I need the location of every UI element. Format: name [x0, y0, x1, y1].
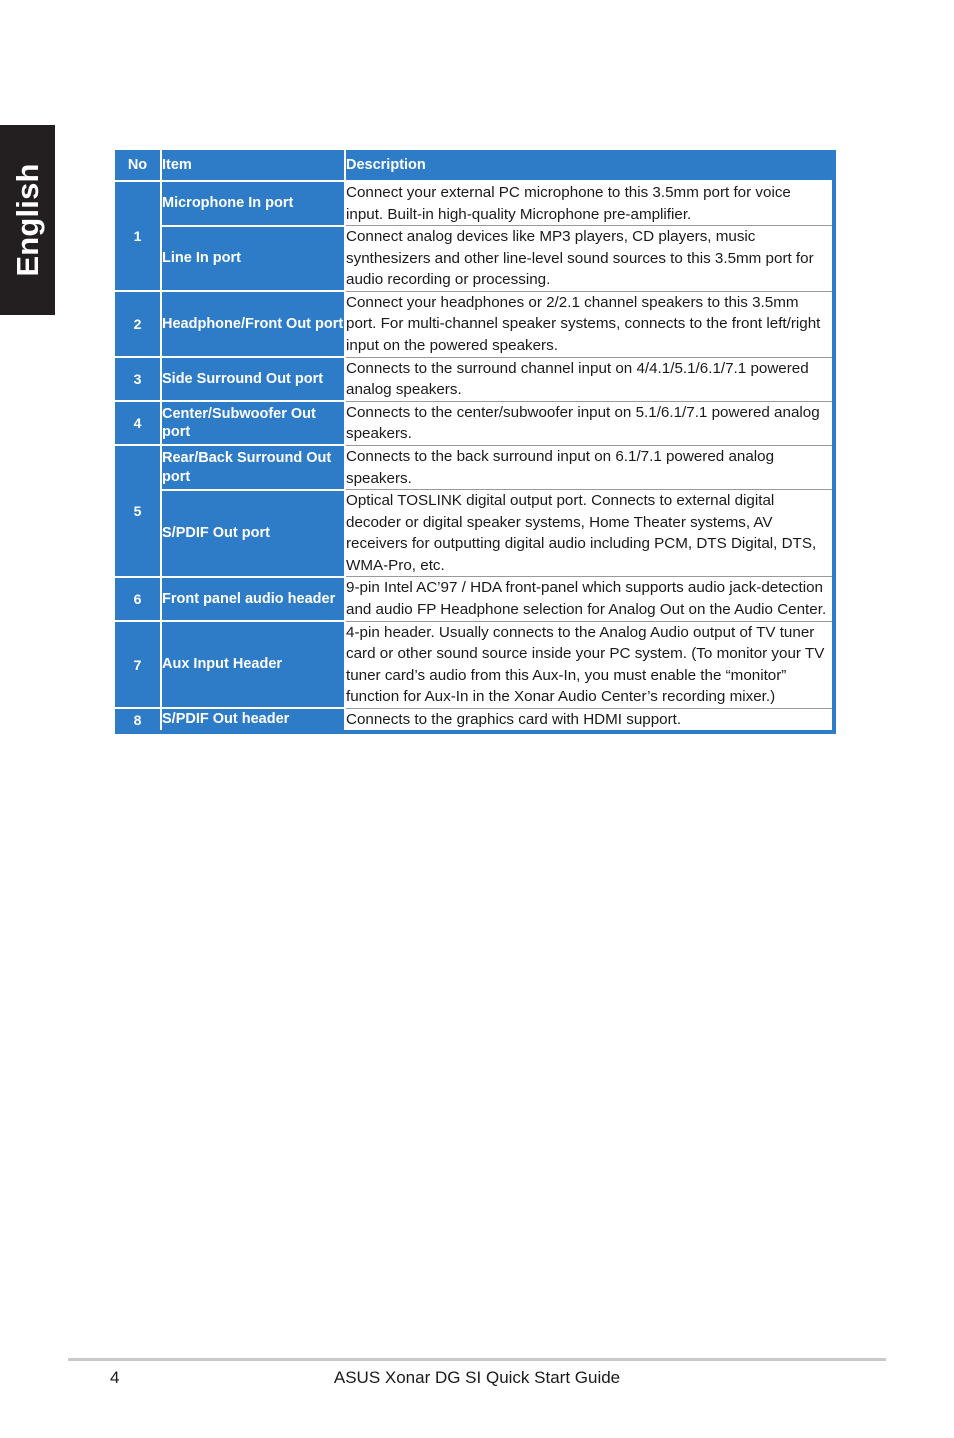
- row-description-cell: 9-pin Intel AC’97 / HDA front-panel whic…: [344, 576, 834, 622]
- row-number-cell: 6: [115, 576, 162, 623]
- table-row: 7 Aux Input Header 4-pin header. Usually c…: [115, 621, 834, 710]
- table-body: 1 Microphone In port Connect your external…: [115, 181, 834, 733]
- row-item-cell: Aux Input Header: [161, 621, 346, 710]
- table-row: 3 Side Surround Out port Connects to the s…: [115, 357, 834, 403]
- row-description-cell: 4-pin header. Usually connects to the An…: [344, 621, 834, 709]
- table-row: 1 Microphone In port Connect your external…: [115, 181, 834, 293]
- row-number-cell: 3: [115, 357, 162, 403]
- port-specification-table: No Item Description 1 Microphone In port C…: [115, 150, 836, 735]
- language-tab-label: English: [9, 163, 45, 277]
- row-number-cell: 4: [115, 401, 162, 447]
- column-header-description: Description: [345, 150, 834, 182]
- row-number-cell: 2: [115, 291, 162, 359]
- row-description-cell: Connect your external PC microphone to t…: [344, 181, 834, 227]
- row-description-cell: Connects to the back surround input on 6…: [344, 445, 834, 491]
- table-row: S/PDIF Out port Optical TOSLINK digital o…: [115, 489, 834, 578]
- table-row: 2 Headphone/Front Out port Connect your he…: [115, 291, 834, 359]
- row-number-cell: 1: [115, 181, 162, 293]
- row-description-cell: Connects to the center/subwoofer input o…: [344, 401, 834, 446]
- table-row: 5 Rear/Back Surround Out port Connects to …: [115, 445, 834, 578]
- row-item-cell: S/PDIF Out header: [161, 708, 346, 733]
- row-description-cell: Connect analog devices like MP3 players,…: [344, 225, 834, 292]
- table-header: No Item Description: [115, 150, 834, 182]
- row-item-cell: Line In port: [161, 225, 346, 293]
- footer-divider: [68, 1358, 886, 1361]
- table-row: 4 Center/Subwoofer Out port Connects to th…: [115, 401, 834, 447]
- port-specification-table-container: No Item Description 1 Microphone In port C…: [115, 150, 836, 735]
- row-item-cell: Rear/Back Surround Out port: [161, 445, 346, 491]
- table-row: 8 S/PDIF Out header Connects to the graphi…: [115, 708, 834, 733]
- row-item-cell: Center/Subwoofer Out port: [161, 401, 346, 447]
- column-header-item: Item: [161, 150, 346, 182]
- row-number-cell: 5: [115, 445, 162, 578]
- language-tab: English: [0, 125, 55, 315]
- table-row: 6 Front panel audio header 9-pin Intel AC’…: [115, 576, 834, 623]
- table-row: Line In port Connect analog devices like …: [115, 225, 834, 293]
- row-description-cell: Connect your headphones or 2/2.1 channel…: [344, 291, 834, 358]
- row-description-cell: Connects to the surround channel input o…: [344, 357, 834, 402]
- row-item-cell: Headphone/Front Out port: [161, 291, 346, 359]
- row-description-cell: Optical TOSLINK digital output port. Con…: [344, 489, 834, 578]
- column-header-no: No: [115, 150, 162, 182]
- table-header-row: No Item Description: [115, 150, 834, 182]
- footer-document-title: ASUS Xonar DG SI Quick Start Guide: [333, 1368, 621, 1387]
- row-number-cell: 8: [115, 708, 162, 733]
- row-item-cell: S/PDIF Out port: [161, 489, 346, 578]
- row-item-cell: Side Surround Out port: [161, 357, 346, 403]
- row-item-cell: Microphone In port: [161, 181, 346, 227]
- row-item-cell: Front panel audio header: [161, 576, 346, 623]
- row-description-cell: Connects to the graphics card with HDMI …: [344, 708, 834, 733]
- row-number-cell: 7: [115, 621, 162, 710]
